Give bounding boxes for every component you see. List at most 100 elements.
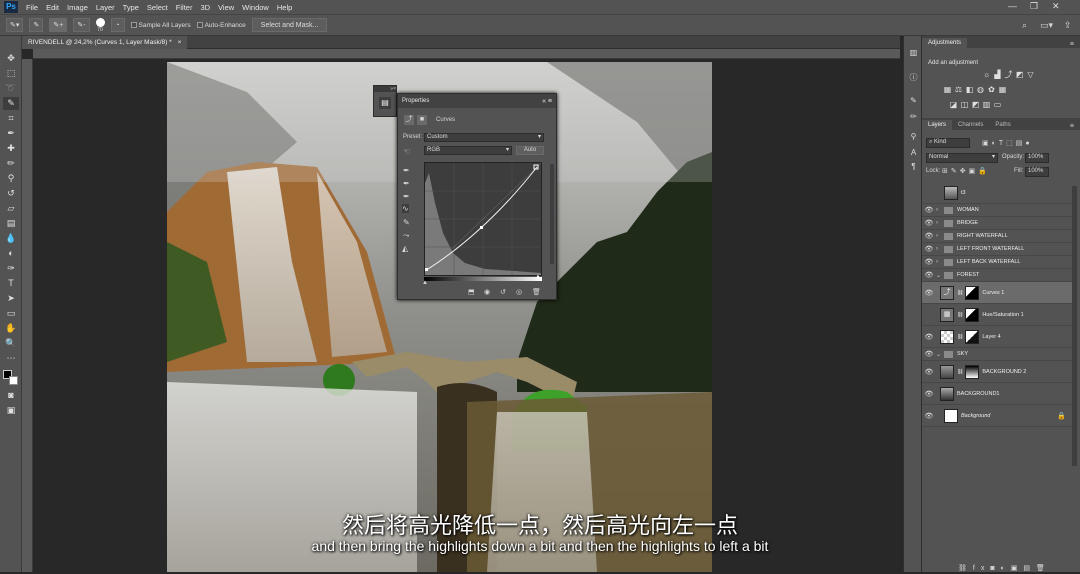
link-icon[interactable]: ⛓ — [957, 334, 963, 340]
layer-group-row[interactable]: 👁 › RIGHT WATERFALL — [922, 230, 1072, 243]
brush-tool-icon[interactable]: ✏ — [3, 157, 19, 170]
layer-row[interactable]: 👁 Background 🔒 — [922, 405, 1072, 427]
chevron-right-icon[interactable]: › — [936, 233, 944, 239]
threshold-icon[interactable]: ◩ — [971, 100, 980, 109]
properties-scrollbar[interactable] — [550, 164, 554, 264]
zoom-tool-icon[interactable]: 🔍 — [3, 337, 19, 350]
reset-icon[interactable]: ↺ — [500, 288, 506, 296]
share-icon[interactable]: ⇪ — [1064, 20, 1072, 31]
channel-mixer-icon[interactable]: ✿ — [987, 85, 996, 94]
lock-icons[interactable]: ⊞✎✥▣🔒 — [942, 167, 990, 175]
visibility-eye-icon[interactable]: 👁 — [922, 245, 936, 253]
path-selection-icon[interactable]: ➤ — [3, 292, 19, 305]
rectangle-tool-icon[interactable]: ▭ — [3, 307, 19, 320]
chevron-right-icon[interactable]: › — [936, 220, 944, 226]
menu-file[interactable]: File — [26, 3, 38, 12]
layer-group-row[interactable]: 👁 › WOMAN — [922, 204, 1072, 217]
posterize-icon[interactable]: ◫ — [960, 100, 969, 109]
blur-tool-icon[interactable]: 💧 — [3, 232, 19, 245]
layer-mask-thumbnail[interactable] — [965, 364, 980, 379]
visibility-eye-icon[interactable]: 👁 — [922, 333, 936, 341]
search-icon[interactable]: ⌕ — [1022, 20, 1027, 31]
eyedropper-tool-icon[interactable]: ✒ — [3, 127, 19, 140]
visibility-eye-icon[interactable]: 👁 — [922, 368, 936, 376]
link-icon[interactable]: ⛓ — [957, 369, 963, 375]
brushes-icon[interactable]: ✏ — [908, 112, 919, 123]
layer-filter-icons[interactable]: ▣◐T⬚▤● — [982, 139, 1033, 147]
subtract-selection-icon[interactable]: ✎- — [73, 18, 90, 32]
healing-brush-icon[interactable]: ✚ — [3, 142, 19, 155]
layer-group-row[interactable]: 👁 ⌄ FOREST — [922, 269, 1072, 282]
hue-saturation-icon[interactable]: ▦ — [943, 85, 952, 94]
tab-adjustments[interactable]: Adjustments — [922, 38, 968, 48]
delete-icon[interactable]: 🗑 — [532, 288, 541, 296]
tab-channels[interactable]: Channels — [952, 120, 989, 130]
adjustments-menu-icon[interactable]: ≡ — [1070, 41, 1074, 48]
visibility-eye-icon[interactable]: 👁 — [922, 206, 936, 214]
chevron-right-icon[interactable]: › — [936, 246, 944, 252]
crop-tool-icon[interactable]: ⌗ — [3, 112, 19, 125]
tab-paths[interactable]: Paths — [989, 120, 1016, 130]
visibility-eye-icon[interactable]: 👁 — [922, 219, 936, 227]
more-tools-icon[interactable]: ⋯ — [3, 352, 19, 365]
clip-to-layer-icon[interactable]: ⬒ — [468, 288, 475, 296]
layer-row-selected[interactable]: 👁 ⤴ ⛓ Curves 1 — [922, 282, 1072, 304]
workspace-icon[interactable]: ▭▾ — [1040, 20, 1053, 31]
chevron-right-icon[interactable]: › — [936, 207, 944, 213]
layers-scrollbar[interactable] — [1072, 186, 1077, 466]
layer-group-row[interactable]: 👁 › LEFT BACK WATERFALL — [922, 256, 1072, 269]
menu-view[interactable]: View — [218, 3, 234, 12]
layer-row[interactable]: ▦ ⛓ Hue/Saturation 1 — [922, 304, 1072, 326]
layer-row[interactable]: 👁 ⛓ Layer 4 — [922, 326, 1072, 348]
visibility-eye-icon[interactable]: 👁 — [922, 289, 936, 297]
layer-group-row[interactable]: 👁 › LEFT FRONT WATERFALL — [922, 243, 1072, 256]
black-slider-icon[interactable]: ▲ — [422, 280, 428, 286]
link-icon[interactable]: ⛓ — [957, 290, 963, 296]
invert-icon[interactable]: ◪ — [949, 100, 958, 109]
gradient-tool-icon[interactable]: ▤ — [3, 217, 19, 230]
marquee-tool-icon[interactable]: ⬚ — [3, 67, 19, 80]
pen-tool-icon[interactable]: ✑ — [3, 262, 19, 275]
vibrance-icon[interactable]: ▽ — [1026, 70, 1035, 79]
photo-filter-icon[interactable]: ◍ — [976, 85, 985, 94]
history-brush-icon[interactable]: ↺ — [3, 187, 19, 200]
menu-help[interactable]: Help — [277, 3, 292, 12]
selective-color-icon[interactable]: ▥ — [982, 100, 991, 109]
opacity-field[interactable]: 100% — [1025, 153, 1049, 163]
layer-row[interactable]: 👁 BACKGROUND1 — [922, 383, 1072, 405]
smooth-curve-icon[interactable]: ⤳ — [403, 231, 409, 241]
new-selection-icon[interactable]: ✎ — [29, 18, 44, 32]
fill-field[interactable]: 100% — [1025, 167, 1049, 177]
properties-panel-icon[interactable]: ▤ — [379, 97, 391, 109]
visibility-eye-icon[interactable]: 👁 — [922, 232, 936, 240]
history-icon[interactable]: ▥ — [908, 48, 919, 59]
view-previous-state-icon[interactable]: ◉ — [484, 288, 490, 296]
layer-mask-thumbnail[interactable] — [965, 329, 980, 344]
chevron-right-icon[interactable]: › — [936, 259, 944, 265]
clone-stamp-icon[interactable]: ⚲ — [3, 172, 19, 185]
layer-row[interactable]: t3 — [922, 182, 1072, 204]
curves-graph[interactable] — [424, 162, 542, 276]
color-balance-icon[interactable]: ⚖ — [954, 85, 963, 94]
hand-tool-icon[interactable]: ✋ — [3, 322, 19, 335]
panel-menu-icon[interactable]: « ≡ — [542, 98, 552, 105]
clone-source-icon[interactable]: ⚲ — [908, 132, 919, 143]
blend-mode-select[interactable]: Normal ▾ — [926, 153, 998, 163]
menu-type[interactable]: Type — [123, 3, 139, 12]
brush-settings-icon[interactable]: ✎ — [908, 96, 919, 107]
layers-menu-icon[interactable]: ≡ — [1070, 123, 1074, 130]
eraser-tool-icon[interactable]: ▱ — [3, 202, 19, 215]
move-tool-icon[interactable]: ✥ — [3, 52, 19, 65]
visibility-eye-icon[interactable]: 👁 — [922, 390, 936, 398]
white-slider-icon[interactable]: ▲ — [535, 274, 541, 280]
black-point-eyedropper-icon[interactable]: ✒ — [403, 166, 410, 175]
clipping-warning-icon[interactable]: ◭ — [402, 244, 408, 253]
color-lookup-icon[interactable]: ▦ — [998, 85, 1007, 94]
menu-image[interactable]: Image — [67, 3, 88, 12]
menu-3d[interactable]: 3D — [200, 3, 210, 12]
preset-select[interactable]: Custom ▾ — [424, 133, 544, 142]
black-white-icon[interactable]: ◧ — [965, 85, 974, 94]
visibility-eye-icon[interactable]: 👁 — [922, 271, 936, 279]
visibility-eye-icon[interactable]: 👁 — [922, 350, 936, 358]
visibility-eye-icon[interactable]: 👁 — [922, 412, 936, 420]
